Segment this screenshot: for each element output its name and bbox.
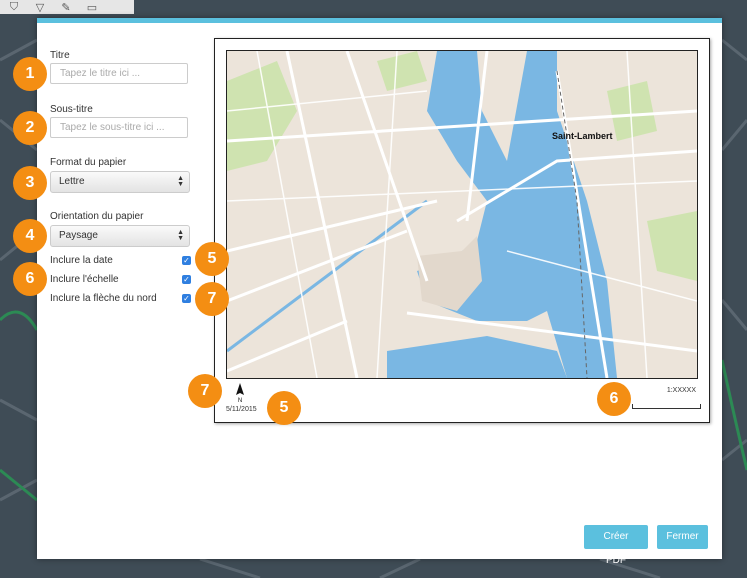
pencil-icon[interactable]: ✎ xyxy=(56,1,76,14)
orientation-select[interactable]: Paysage ▲ ▼ xyxy=(50,225,190,247)
include-scale-row: Inclure l'échelle ✓ xyxy=(50,274,191,288)
paper-format-label: Format du papier xyxy=(50,157,127,168)
dialog-accent-bar xyxy=(37,18,722,23)
callout-badge-date: 5 xyxy=(195,242,229,276)
callout-badge-north: 7 xyxy=(195,282,229,316)
close-button[interactable]: Fermer xyxy=(657,525,708,549)
include-scale-checkbox[interactable]: ✓ xyxy=(182,275,191,284)
include-scale-label: Inclure l'échelle xyxy=(50,274,119,285)
preview-scale-text: 1:XXXXX xyxy=(666,387,696,394)
select-arrows-icon: ▲ ▼ xyxy=(177,175,184,188)
include-date-label: Inclure la date xyxy=(50,255,113,266)
callout-badge-format: 3 xyxy=(13,166,47,200)
preview-date: 5/11/2015 xyxy=(226,406,257,413)
include-date-row: Inclure la date ✓ xyxy=(50,255,191,269)
callout-badge-date-preview: 5 xyxy=(267,391,301,425)
callout-badge-title: 1 xyxy=(13,57,47,91)
select-arrows-icon: ▲ ▼ xyxy=(177,229,184,242)
subtitle-input[interactable] xyxy=(50,117,188,138)
filter-icon[interactable]: ▽ xyxy=(30,1,50,14)
orientation-value: Paysage xyxy=(59,230,98,241)
include-date-checkbox[interactable]: ✓ xyxy=(182,256,191,265)
create-pdf-button[interactable]: Créer PDF xyxy=(584,525,648,566)
callout-badge-orientation: 4 xyxy=(13,219,47,253)
preview-map-graphic xyxy=(227,51,697,378)
title-input[interactable] xyxy=(50,63,188,84)
title-label: Titre xyxy=(50,50,70,61)
orientation-label: Orientation du papier xyxy=(50,211,144,222)
callout-badge-subtitle: 2 xyxy=(13,111,47,145)
preview-map: Saint-Lambert xyxy=(226,50,698,379)
north-letter: N xyxy=(238,398,242,403)
callout-badge-scale-preview: 6 xyxy=(597,382,631,416)
print-dialog: Titre Sous-titre Format du papier Lettre… xyxy=(37,18,722,566)
north-arrow-icon: N xyxy=(236,383,244,403)
print-preview-sheet: Saint-Lambert N 5/11/2015 1:XXXXX xyxy=(214,38,710,423)
callout-badge-scale: 6 xyxy=(13,262,47,296)
paper-format-value: Lettre xyxy=(59,176,85,187)
include-north-row: Inclure la flèche du nord ✓ xyxy=(50,293,191,307)
paper-format-select[interactable]: Lettre ▲ ▼ xyxy=(50,171,190,193)
subtitle-label: Sous-titre xyxy=(50,104,93,115)
stamp-icon[interactable]: ⛉ xyxy=(4,1,24,13)
include-north-checkbox[interactable]: ✓ xyxy=(182,294,191,303)
preview-scale-bar xyxy=(632,404,701,409)
callout-badge-north-preview: 7 xyxy=(188,374,222,408)
map-toolbar: ⛉ ▽ ✎ ▭ xyxy=(0,0,134,14)
include-north-label: Inclure la flèche du nord xyxy=(50,293,157,304)
print-icon[interactable]: ▭ xyxy=(82,1,102,14)
city-label-saint-lambert: Saint-Lambert xyxy=(552,131,613,141)
